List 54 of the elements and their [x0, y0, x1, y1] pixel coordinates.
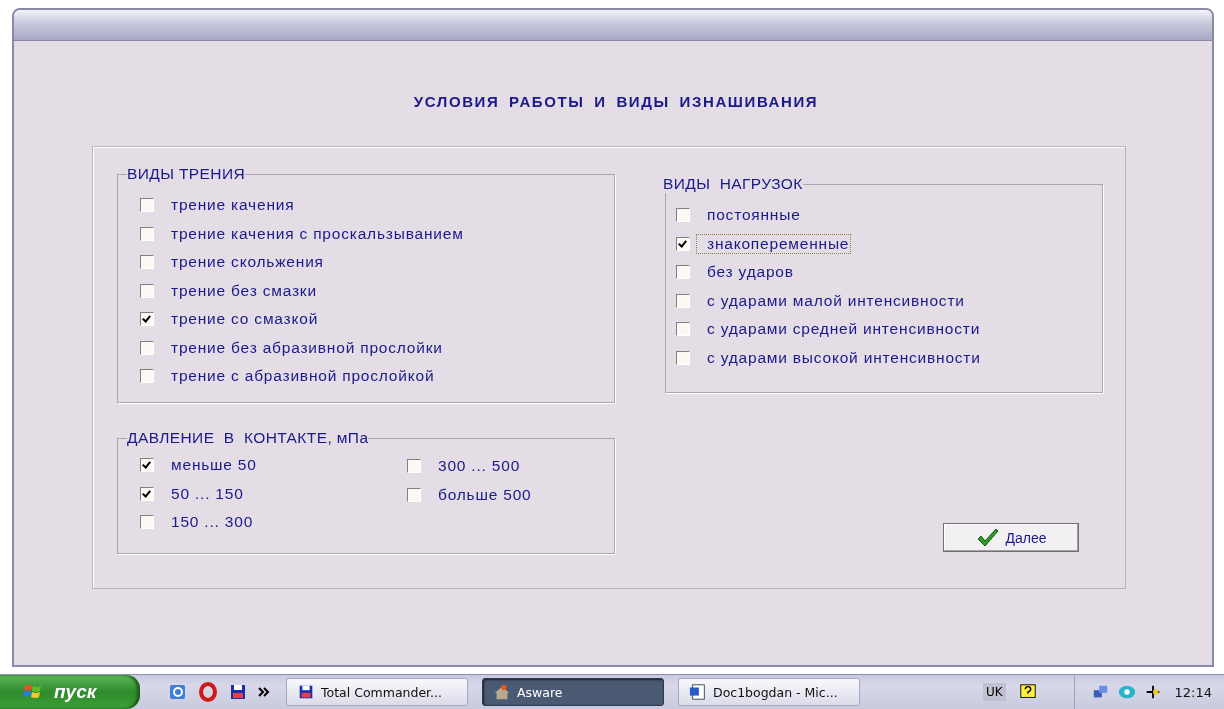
checkbox[interactable] — [676, 265, 690, 280]
checkbox-option[interactable]: трение качения с проскальзыванием — [140, 219, 614, 248]
checkbox[interactable] — [140, 369, 154, 384]
opera-icon[interactable] — [198, 682, 218, 702]
checkbox[interactable] — [140, 340, 154, 355]
help-icon[interactable] — [1017, 683, 1038, 701]
checkbox-option[interactable]: 300 ... 500 — [407, 451, 532, 481]
taskbar-button[interactable]: Total Commander... — [286, 678, 468, 706]
form-heading: УСЛОВИЯ РАБОТЫ И ВИДЫ ИЗНАШИВАНИЯ — [412, 93, 820, 112]
checkbox-option[interactable]: с ударами средней интенсивности — [676, 315, 1102, 344]
checkbox-option[interactable]: меньше 50 — [140, 451, 407, 480]
group-title: ВИДЫ НАГРУЗОК — [663, 175, 803, 193]
checkbox[interactable] — [407, 459, 421, 473]
checkbox-option[interactable]: трение со смазкой — [140, 305, 614, 334]
checkbox-option[interactable]: с ударами высокой интенсивности — [676, 343, 1102, 372]
eye-icon[interactable] — [1116, 683, 1137, 701]
group-title: ДАВЛЕНИЕ В КОНТАКТЕ, мПа — [127, 429, 369, 447]
house-icon — [493, 683, 511, 701]
checkbox[interactable] — [140, 198, 154, 213]
checkbox[interactable] — [140, 283, 154, 298]
checkbox[interactable] — [140, 312, 154, 327]
checkbox-option[interactable]: трение с абразивной прослойкой — [140, 362, 614, 391]
checkbox-option[interactable]: без ударов — [676, 258, 1102, 287]
checkbox[interactable] — [676, 293, 690, 308]
next-button[interactable]: Далее — [943, 523, 1079, 552]
clock: 12:14 — [1174, 684, 1212, 700]
checkbox-option[interactable]: трение без смазки — [140, 276, 614, 305]
checkbox[interactable] — [140, 226, 154, 241]
checkbox[interactable] — [676, 322, 690, 337]
checkbox[interactable] — [676, 236, 690, 251]
start-button[interactable]: пуск — [0, 675, 140, 709]
checkbox-option[interactable]: знакопеременные — [676, 229, 1102, 258]
checkbox[interactable] — [140, 514, 154, 529]
checkbox-option[interactable]: трение без абразивной прослойки — [140, 333, 614, 362]
checkbox[interactable] — [140, 486, 154, 501]
checkbox-option[interactable]: больше 500 — [407, 481, 532, 509]
language-indicator[interactable]: UK — [982, 683, 1006, 701]
checkbox-option[interactable]: 150 ... 300 — [140, 507, 407, 536]
document-icon — [689, 683, 707, 701]
chevron-icon[interactable] — [258, 687, 270, 697]
checkbox-option[interactable]: постоянные — [676, 201, 1102, 230]
checkbox-option[interactable]: трение качения — [140, 191, 614, 220]
browser-icon[interactable] — [168, 682, 188, 702]
checkbox[interactable] — [676, 350, 690, 365]
taskbar-button[interactable]: Doc1bogdan - Mic... — [678, 678, 860, 706]
checkbox-option[interactable]: 50 ... 150 — [140, 479, 407, 508]
checkbox[interactable] — [407, 488, 421, 502]
checkbox[interactable] — [676, 208, 690, 223]
checkbox[interactable] — [140, 458, 154, 473]
checkbox[interactable] — [140, 255, 154, 270]
checkbox-option[interactable]: трение скольжения — [140, 248, 614, 277]
group-title: ВИДЫ ТРЕНИЯ — [127, 165, 246, 183]
checkbox-option[interactable]: с ударами малой интенсивности — [676, 286, 1102, 315]
taskbar-button[interactable]: Asware — [482, 678, 664, 706]
